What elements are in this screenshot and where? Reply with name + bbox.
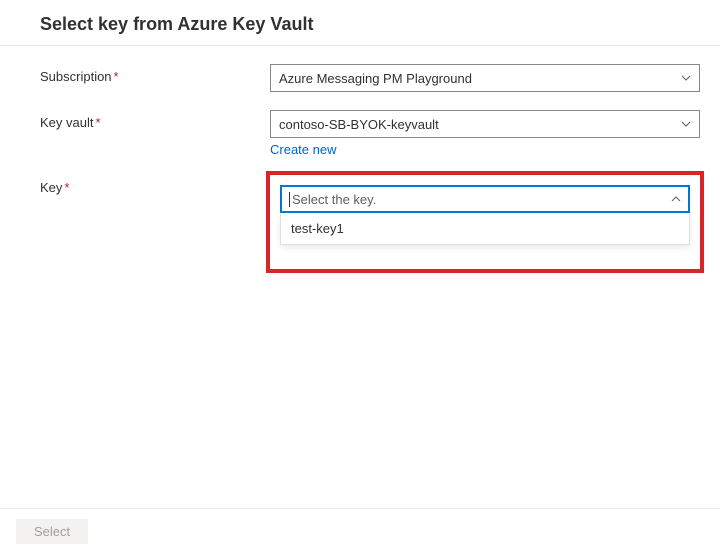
key-dropdown[interactable]: Select the key. (280, 185, 690, 213)
keyvault-control: contoso-SB-BYOK-keyvault Create new (270, 110, 700, 157)
subscription-dropdown[interactable]: Azure Messaging PM Playground (270, 64, 700, 92)
create-new-link[interactable]: Create new (270, 142, 336, 157)
panel-title: Select key from Azure Key Vault (0, 0, 720, 46)
chevron-down-icon (679, 117, 693, 131)
required-asterisk: * (64, 180, 69, 195)
subscription-value: Azure Messaging PM Playground (279, 71, 472, 86)
select-button[interactable]: Select (16, 519, 88, 544)
keyvault-dropdown[interactable]: contoso-SB-BYOK-keyvault (270, 110, 700, 138)
subscription-label: Subscription* (40, 64, 270, 84)
highlight-annotation: Select the key. test-key1 (266, 171, 704, 273)
chevron-up-icon (669, 192, 683, 206)
footer: Select (0, 508, 720, 554)
keyvault-value: contoso-SB-BYOK-keyvault (279, 117, 439, 132)
subscription-label-text: Subscription (40, 69, 112, 84)
key-dropdown-list: test-key1 (280, 213, 690, 245)
chevron-down-icon (679, 71, 693, 85)
key-option[interactable]: test-key1 (281, 213, 689, 244)
key-label: Key* (40, 175, 270, 195)
keyvault-label-text: Key vault (40, 115, 93, 130)
keyvault-row: Key vault* contoso-SB-BYOK-keyvault Crea… (40, 110, 704, 157)
required-asterisk: * (95, 115, 100, 130)
key-row: Key* Select the key. test-key1 (40, 175, 704, 269)
form-area: Subscription* Azure Messaging PM Playgro… (0, 46, 720, 269)
required-asterisk: * (114, 69, 119, 84)
key-control: Select the key. test-key1 (270, 175, 700, 269)
subscription-control: Azure Messaging PM Playground (270, 64, 700, 92)
key-placeholder: Select the key. (292, 192, 376, 207)
text-cursor (289, 192, 290, 207)
keyvault-label: Key vault* (40, 110, 270, 130)
key-label-text: Key (40, 180, 62, 195)
subscription-row: Subscription* Azure Messaging PM Playgro… (40, 64, 704, 92)
